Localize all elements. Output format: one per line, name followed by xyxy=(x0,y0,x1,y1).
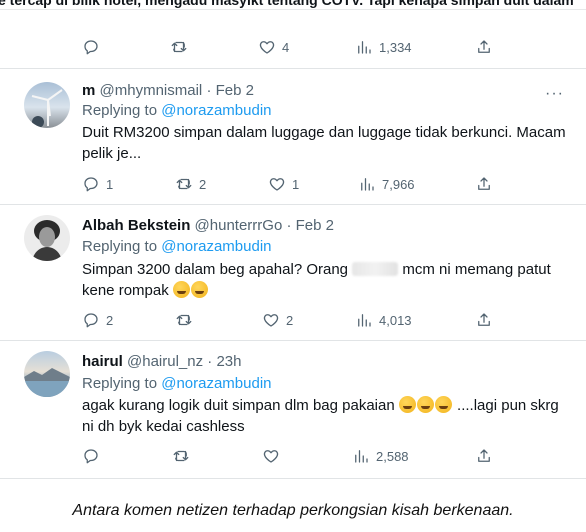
tweet-0-actions: 4 1,334 xyxy=(0,36,586,58)
views-button[interactable]: 1,334 xyxy=(355,36,412,58)
retweet-icon xyxy=(176,314,192,326)
tweet-text: Simpan 3200 dalam beg apahal? Orang mcm … xyxy=(82,261,551,299)
handle[interactable]: @mhymnismail xyxy=(100,82,203,99)
redacted-word xyxy=(352,262,399,276)
timestamp[interactable]: · Feb 2 xyxy=(206,82,254,99)
share-button[interactable] xyxy=(475,36,493,58)
reply-icon xyxy=(84,177,98,192)
retweet-button[interactable] xyxy=(172,445,196,467)
share-button[interactable] xyxy=(475,445,493,467)
reply-button[interactable] xyxy=(82,36,106,58)
thinking-emoji-icon xyxy=(416,396,434,413)
wind-turbine-avatar-icon xyxy=(31,89,63,128)
like-button[interactable]: 4 xyxy=(258,36,289,58)
mention-link[interactable]: @norazambudin xyxy=(161,375,271,392)
reply-icon xyxy=(84,449,98,464)
tweet-text: agak kurang logik duit simpan dlm bag pa… xyxy=(82,396,559,435)
share-icon xyxy=(478,40,490,53)
landscape-avatar-icon xyxy=(24,368,70,397)
heart-icon xyxy=(263,450,279,463)
replying-to: Replying to @norazambudin xyxy=(82,238,272,255)
banner-text: e tercap di bilik hotel, mengadu masyikt… xyxy=(0,0,574,8)
share-icon xyxy=(478,449,490,462)
timestamp[interactable]: · 23h xyxy=(207,353,241,370)
heart-icon xyxy=(263,314,279,327)
display-name[interactable]: hairul xyxy=(82,353,123,370)
share-button[interactable] xyxy=(475,173,493,195)
tweet-actions: 2 2 4,013 xyxy=(0,309,586,331)
tweet-header: hairul @hairul_nz · 23h xyxy=(82,353,242,370)
share-icon xyxy=(478,177,490,190)
laughing-emoji-icon xyxy=(172,281,190,298)
tweet-actions: 2,588 xyxy=(0,445,586,467)
divider xyxy=(0,478,586,479)
retweet-button[interactable] xyxy=(175,309,199,331)
share-icon xyxy=(478,313,490,326)
reply-icon xyxy=(84,40,98,55)
reply-tweet[interactable]: hairul @hairul_nz · 23h Replying to @nor… xyxy=(0,341,586,476)
heart-icon xyxy=(259,41,275,54)
like-button[interactable]: 1 xyxy=(268,173,299,195)
top-banner: e tercap di bilik hotel, mengadu masyikt… xyxy=(0,0,586,10)
reply-button[interactable] xyxy=(82,445,106,467)
tweet-header: Albah Bekstein @hunterrrGo · Feb 2 xyxy=(82,217,334,234)
image-caption: Antara komen netizen terhadap perkongsia… xyxy=(72,502,514,519)
portrait-avatar-icon xyxy=(32,220,62,261)
timestamp[interactable]: · Feb 2 xyxy=(286,217,334,234)
like-button[interactable]: 2 xyxy=(262,309,293,331)
more-options-icon[interactable]: ··· xyxy=(545,86,564,102)
reply-tweet[interactable]: m @mhymnismail · Feb 2 ··· Replying to @… xyxy=(0,69,586,204)
handle[interactable]: @hunterrrGo xyxy=(195,217,283,234)
retweet-button[interactable]: 2 xyxy=(175,173,206,195)
retweet-icon xyxy=(176,178,192,190)
views-button[interactable]: 7,966 xyxy=(358,173,415,195)
mention-link[interactable]: @norazambudin xyxy=(161,238,271,255)
views-button[interactable]: 2,588 xyxy=(352,445,409,467)
avatar[interactable] xyxy=(24,215,70,261)
avatar[interactable] xyxy=(24,82,70,128)
analytics-icon xyxy=(358,41,371,54)
replying-to: Replying to @norazambudin xyxy=(82,102,272,119)
avatar[interactable] xyxy=(24,351,70,397)
reply-button[interactable]: 2 xyxy=(82,309,113,331)
replying-to: Replying to @norazambudin xyxy=(82,375,272,392)
retweet-icon xyxy=(173,450,189,462)
display-name[interactable]: Albah Bekstein xyxy=(82,217,190,234)
views-button[interactable]: 4,013 xyxy=(355,309,412,331)
thinking-emoji-icon xyxy=(434,396,452,413)
reply-button[interactable]: 1 xyxy=(82,173,113,195)
tweet-actions: 1 2 1 7,966 xyxy=(0,173,586,195)
handle[interactable]: @hairul_nz xyxy=(127,353,203,370)
laughing-emoji-icon xyxy=(190,281,208,298)
display-name[interactable]: m xyxy=(82,82,95,99)
reply-icon xyxy=(84,313,98,328)
like-button[interactable] xyxy=(262,445,286,467)
retweet-button[interactable] xyxy=(170,36,194,58)
mention-link[interactable]: @norazambudin xyxy=(161,102,271,119)
share-button[interactable] xyxy=(475,309,493,331)
tweet-text: Duit RM3200 simpan dalam luggage dan lug… xyxy=(82,124,566,162)
heart-icon xyxy=(269,178,285,191)
retweet-icon xyxy=(171,41,187,53)
analytics-icon xyxy=(361,178,374,191)
analytics-icon xyxy=(358,314,371,327)
tweet-header: m @mhymnismail · Feb 2 xyxy=(82,82,254,99)
analytics-icon xyxy=(355,450,368,463)
reply-tweet[interactable]: Albah Bekstein @hunterrrGo · Feb 2 Reply… xyxy=(0,205,586,340)
thinking-emoji-icon xyxy=(398,396,416,413)
